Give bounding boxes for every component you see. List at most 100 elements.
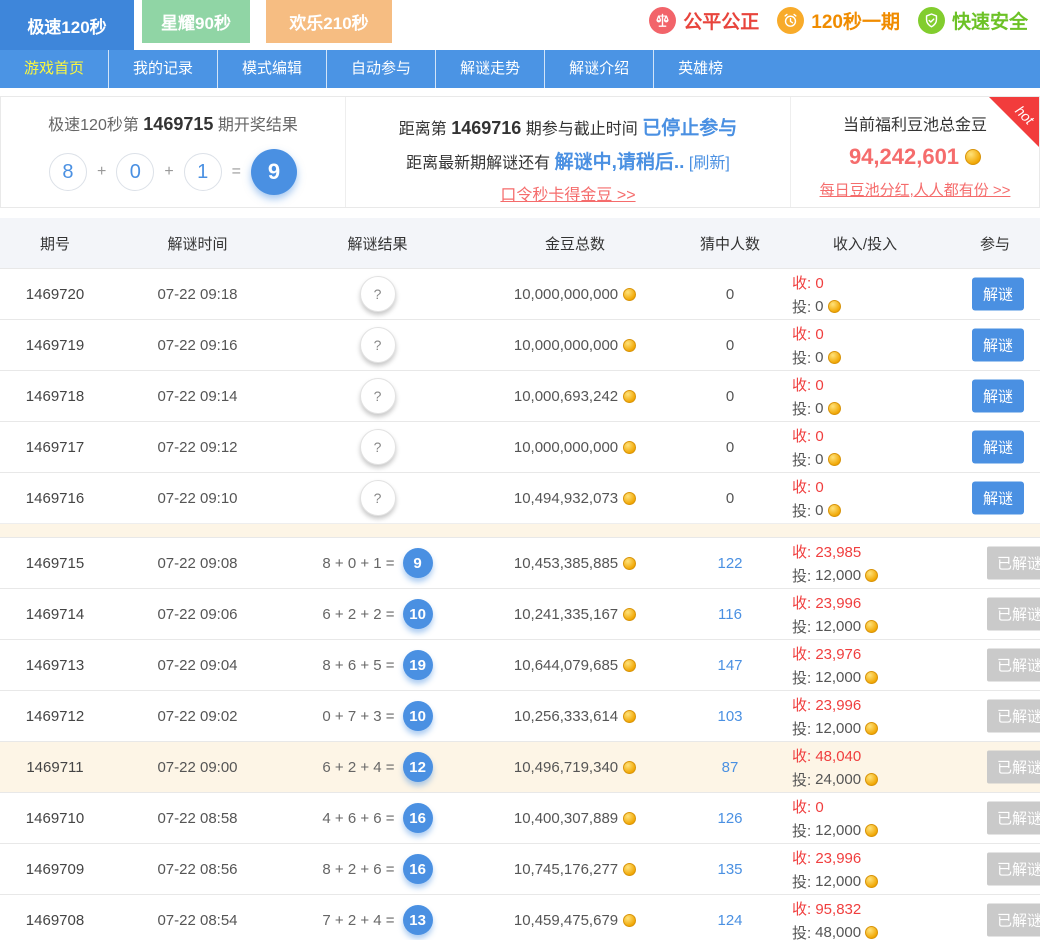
invest-label: 投: [792,820,811,841]
invest-line: 投: 0 [792,449,950,470]
income-line: 收: 23,996 [792,592,950,613]
section-separator [0,523,1040,537]
table-row: 1469709 07-22 08:56 ? 8 + 2 + 6 = 16 10,… [0,843,1040,894]
coin-icon [623,608,636,621]
total-beans-value: 10,241,335,167 [514,606,618,623]
income-label: 收: [792,901,815,918]
coin-icon [828,402,841,415]
table-row: 1469711 07-22 09:00 ? 6 + 2 + 4 = 12 10,… [0,741,1040,792]
draw-time: 07-22 08:58 [110,810,285,827]
deadline-suffix: 期参与截止时间 [526,121,638,138]
nav-item-auto-join[interactable]: 自动参与 [326,50,435,88]
draw-number-3: 1 [184,153,222,191]
nav-item-mode-edit[interactable]: 模式编辑 [217,50,326,88]
income-line: 收: 0 [792,425,950,446]
pool-dividend-link[interactable]: 每日豆池分红,人人都有份 >> [820,179,1011,200]
coin-icon [828,351,841,364]
income-invest-cell: 收: 0 投: 0 [780,272,950,317]
promo-line: 口令秒卡得金豆 >> [346,181,790,205]
shield-check-icon [918,7,945,34]
equals-sign: = [232,163,241,181]
nav-item-trends[interactable]: 解谜走势 [435,50,544,88]
join-cell: 解谜 已解谜 [950,793,1040,843]
badge-label: 公平公正 [683,7,759,34]
income-invest-cell: 收: 23,996 投: 12,000 [780,694,950,739]
income-label: 收: [792,544,815,561]
draw-time: 07-22 09:16 [110,337,285,354]
col-header-time: 解谜时间 [110,233,285,254]
nav-item-home[interactable]: 游戏首页 [0,50,108,88]
page: 极速120秒 星耀90秒 欢乐210秒 公平公正 120秒一期 [0,0,1040,940]
total-beans-value: 10,400,307,889 [514,810,618,827]
coin-icon [865,773,878,786]
info-panel: 极速120秒第 1469715 期开奖结果 8 + 0 + 1 = 9 距离第 … [0,96,1040,208]
solve-button[interactable]: 解谜 [972,278,1024,311]
guessed-count: 87 [680,759,780,776]
solved-button: 已解谜 [987,853,1040,886]
coin-icon [623,710,636,723]
invest-label: 投: [792,616,811,637]
badge-safety: 快速安全 [918,7,1028,34]
results-table: 期号 解谜时间 解谜结果 金豆总数 猜中人数 收入/投入 参与 1469720 … [0,218,1040,940]
solve-button[interactable]: 解谜 [972,380,1024,413]
coin-icon [865,671,878,684]
draw-time: 07-22 09:12 [110,439,285,456]
income-line: 收: 23,996 [792,847,950,868]
col-header-guessed: 猜中人数 [680,233,780,254]
nav-item-my-records[interactable]: 我的记录 [108,50,217,88]
result-cell: ? 8 + 2 + 6 = 16 [285,854,470,884]
draw-time: 07-22 09:14 [110,388,285,405]
invest-label: 投: [792,922,811,940]
solve-button[interactable]: 解谜 [972,329,1024,362]
income-value: 48,040 [815,748,861,765]
join-cell: 解谜 已解谜 [950,742,1040,792]
income-invest-cell: 收: 23,996 投: 12,000 [780,592,950,637]
badge-label: 120秒一期 [811,7,900,34]
income-line: 收: 0 [792,476,950,497]
promo-link[interactable]: 口令秒卡得金豆 >> [500,187,635,204]
coin-icon [865,620,878,633]
draw-time: 07-22 09:10 [110,490,285,507]
invest-line: 投: 12,000 [792,718,950,739]
solve-button[interactable]: 解谜 [972,482,1024,515]
invest-line: 投: 12,000 [792,565,950,586]
result-sum-badge: 16 [403,803,433,833]
income-value: 23,996 [815,850,861,867]
invest-line: 投: 0 [792,398,950,419]
invest-value: 24,000 [815,771,861,788]
income-value: 0 [815,799,823,816]
join-cell: 解谜 已解谜 [950,691,1040,741]
draw-time: 07-22 09:08 [110,555,285,572]
table-row: 1469717 07-22 09:12 ? 10,000,000,000 0 收… [0,421,1040,472]
total-beans: 10,000,693,242 [470,388,680,405]
coin-icon [865,875,878,888]
result-expression: 6 + 2 + 2 = [322,606,394,623]
table-row: 1469712 07-22 09:02 ? 0 + 7 + 3 = 10 10,… [0,690,1040,741]
unknown-result-icon: ? [360,429,396,465]
coin-icon [623,557,636,570]
table-row: 1469714 07-22 09:06 ? 6 + 2 + 2 = 10 10,… [0,588,1040,639]
solve-button[interactable]: 解谜 [972,431,1024,464]
plus-sign: + [164,163,173,181]
coin-icon [623,390,636,403]
invest-label: 投: [792,769,811,790]
total-beans: 10,000,000,000 [470,337,680,354]
tab-happy-210s[interactable]: 欢乐210秒 [266,0,392,43]
tab-speed-120s[interactable]: 极速120秒 [0,0,134,50]
issue-number: 1469712 [0,708,110,725]
result-cell: ? [285,327,470,363]
nav-item-intro[interactable]: 解谜介绍 [544,50,653,88]
total-beans-value: 10,459,475,679 [514,912,618,929]
solved-button: 已解谜 [987,751,1040,784]
income-label: 收: [792,275,815,292]
draw-result-title: 极速120秒第 1469715 期开奖结果 [1,111,345,135]
tab-star-90s[interactable]: 星耀90秒 [142,0,250,43]
draw-number-1: 8 [49,153,87,191]
refresh-link[interactable]: [刷新] [689,155,730,172]
income-line: 收: 23,976 [792,643,950,664]
result-sum-badge: 13 [403,905,433,935]
col-header-income: 收入/投入 [780,233,950,254]
solved-button: 已解谜 [987,802,1040,835]
guessed-count: 0 [680,286,780,303]
nav-item-hero-rank[interactable]: 英雄榜 [653,50,747,88]
